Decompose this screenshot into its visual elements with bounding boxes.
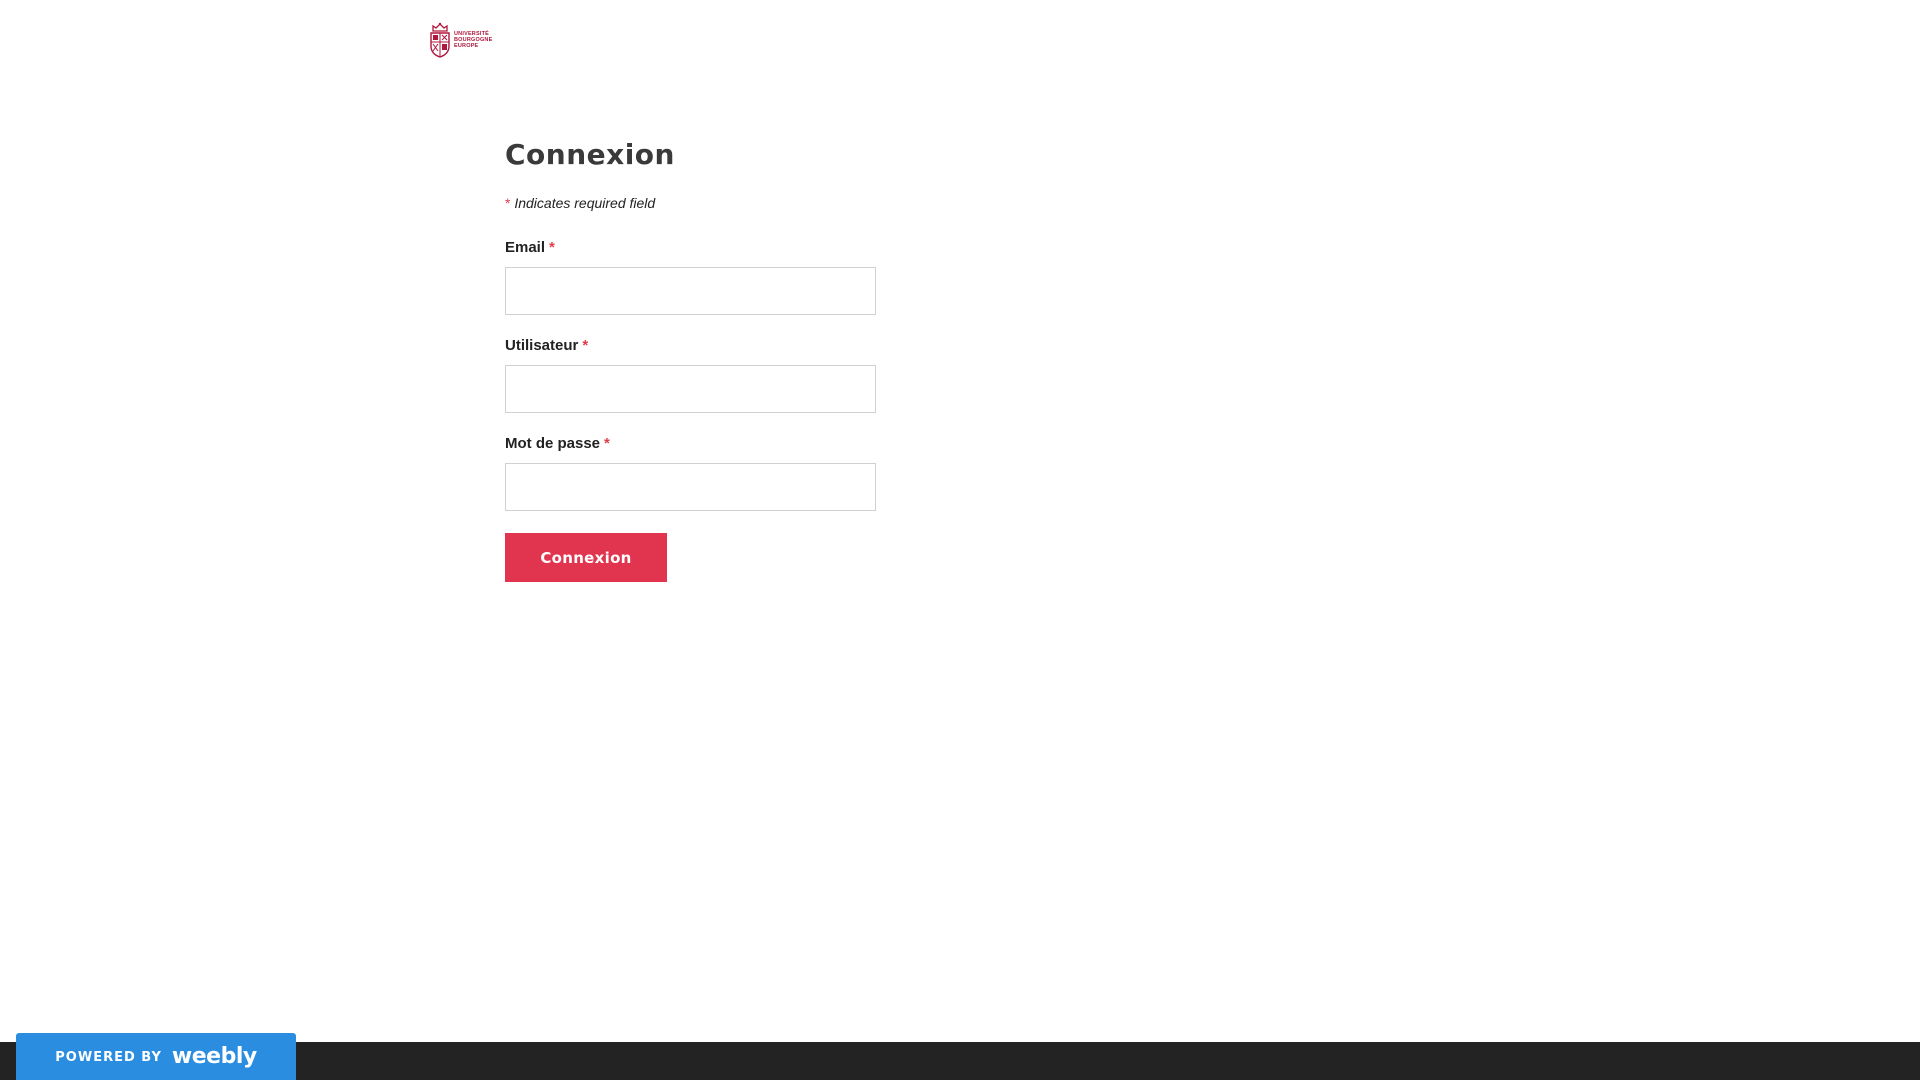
logo-line-3: EUROPE: [454, 43, 479, 49]
username-field-group: Utilisateur *: [505, 337, 885, 413]
password-input[interactable]: [505, 463, 876, 511]
login-form: Connexion * Indicates required field Ema…: [505, 138, 885, 582]
email-label: Email *: [505, 239, 885, 256]
crest-icon: [430, 22, 450, 58]
weebly-logo: weebly: [171, 1044, 257, 1069]
email-label-text: Email: [505, 239, 546, 256]
username-label: Utilisateur *: [505, 337, 885, 354]
username-input[interactable]: [505, 365, 876, 413]
username-label-text: Utilisateur: [505, 337, 579, 354]
email-input[interactable]: [505, 267, 876, 315]
connexion-button[interactable]: Connexion: [505, 533, 667, 582]
password-field-group: Mot de passe *: [505, 435, 885, 511]
password-required-star: *: [604, 435, 610, 452]
email-field-group: Email *: [505, 239, 885, 315]
logo-wordmark: UNIVERSITÉ BOURGOGNE EUROPE: [454, 31, 492, 49]
required-field-note: * Indicates required field: [505, 195, 885, 211]
password-label-text: Mot de passe: [505, 435, 601, 452]
page: UNIVERSITÉ BOURGOGNE EUROPE Connexion * …: [0, 0, 1920, 1080]
powered-by-text: POWERED BY: [55, 1050, 162, 1065]
password-label: Mot de passe *: [505, 435, 885, 452]
required-note-text: Indicates required field: [514, 195, 656, 211]
email-required-star: *: [549, 239, 555, 256]
powered-by-weebly-badge[interactable]: POWERED BY weebly: [16, 1033, 296, 1080]
required-star: *: [505, 195, 511, 211]
form-title: Connexion: [505, 138, 675, 171]
username-required-star: *: [582, 337, 589, 354]
university-logo[interactable]: UNIVERSITÉ BOURGOGNE EUROPE: [430, 22, 492, 58]
